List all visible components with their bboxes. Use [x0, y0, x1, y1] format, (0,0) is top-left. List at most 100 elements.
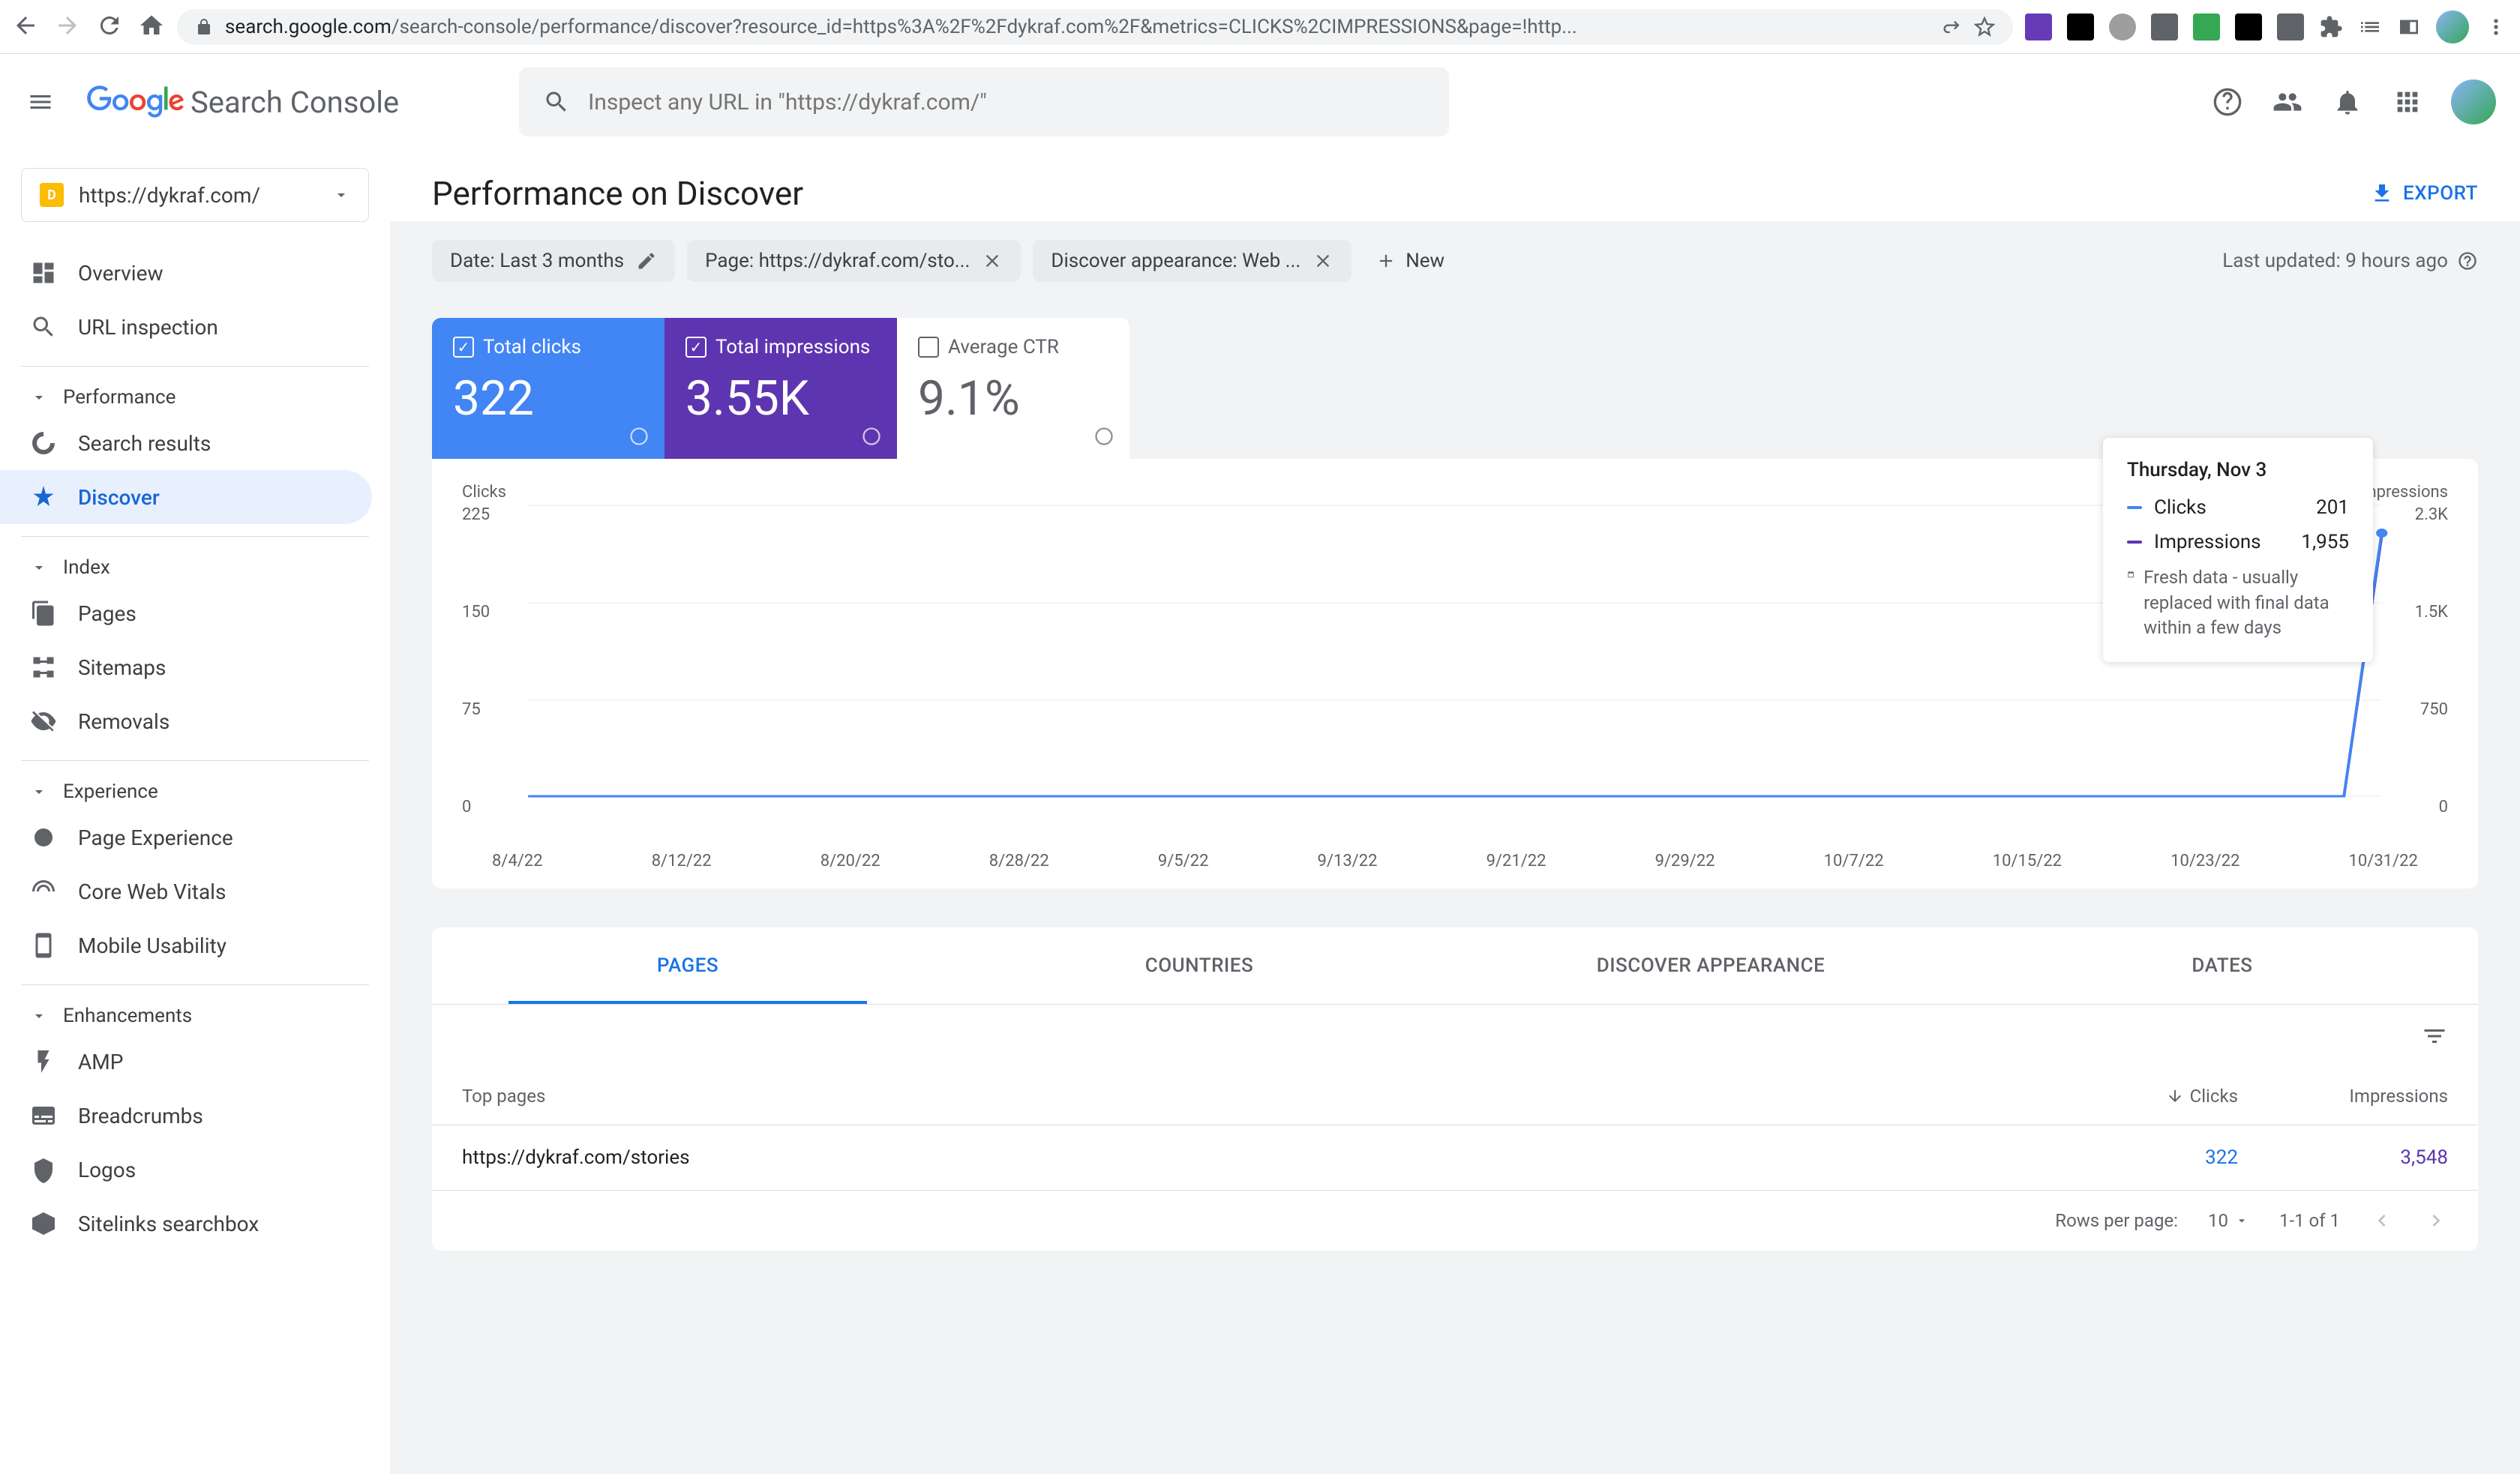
apps-icon[interactable] — [2391, 85, 2424, 118]
metric-card-ctr[interactable]: Average CTR 9.1% — [897, 318, 1130, 459]
sidebar-item-page-experience[interactable]: Page Experience — [0, 810, 372, 864]
page-title: Performance on Discover — [432, 174, 803, 213]
home-icon[interactable] — [138, 12, 165, 42]
tab-pages[interactable]: PAGES — [432, 927, 944, 1004]
star-icon[interactable] — [1974, 16, 1995, 37]
sidebar-item-overview[interactable]: Overview — [0, 246, 372, 300]
sidebar-section-performance[interactable]: Performance — [0, 379, 390, 416]
address-bar[interactable]: search.google.com/search-console/perform… — [177, 9, 2013, 45]
table-row[interactable]: https://dykraf.com/stories 322 3,548 — [432, 1125, 2478, 1191]
logo[interactable]: Search Console — [87, 85, 399, 120]
sidebar-section-index[interactable]: Index — [0, 549, 390, 586]
help-icon[interactable] — [2457, 250, 2478, 271]
filter-chip-page[interactable]: Page: https://dykraf.com/sto... — [687, 240, 1021, 282]
sidebar-item-sitemaps[interactable]: Sitemaps — [0, 640, 372, 694]
sidebar-item-discover[interactable]: Discover — [0, 470, 372, 524]
table-header: Top pages Clicks Impressions — [432, 1068, 2478, 1125]
checkbox-icon — [453, 337, 474, 358]
tab-dates[interactable]: DATES — [1966, 927, 2478, 1004]
edit-icon — [636, 250, 657, 271]
content-area: Performance on Discover EXPORT Date: Las… — [390, 150, 2520, 1474]
close-icon[interactable] — [1312, 250, 1334, 271]
lock-icon — [195, 18, 213, 36]
back-icon[interactable] — [12, 12, 39, 42]
checkbox-icon — [918, 337, 939, 358]
sidebar: D https://dykraf.com/ Overview URL inspe… — [0, 150, 390, 1474]
calendar-icon — [2127, 565, 2134, 583]
google-logo-icon — [87, 85, 184, 118]
help-icon[interactable] — [861, 426, 882, 447]
filter-chip-appearance[interactable]: Discover appearance: Web ... — [1033, 240, 1352, 282]
chart-tooltip: Thursday, Nov 3 Clicks201 Impressions1,9… — [2103, 438, 2373, 662]
more-icon[interactable] — [2484, 15, 2508, 39]
reload-icon[interactable] — [96, 12, 123, 42]
property-selector[interactable]: D https://dykraf.com/ — [21, 168, 369, 222]
menu-button[interactable] — [24, 85, 57, 118]
sidebar-item-pages[interactable]: Pages — [0, 586, 372, 640]
metric-card-clicks[interactable]: Total clicks 322 — [432, 318, 664, 459]
sidebar-item-search-results[interactable]: Search results — [0, 416, 372, 470]
forward-icon — [54, 12, 81, 42]
checkbox-icon — [686, 337, 706, 358]
sidebar-section-enhancements[interactable]: Enhancements — [0, 997, 390, 1035]
ext-icon[interactable] — [2151, 13, 2178, 40]
chevron-down-icon — [332, 186, 350, 204]
chart-card: Thursday, Nov 3 Clicks201 Impressions1,9… — [432, 459, 2478, 888]
help-icon[interactable] — [628, 426, 650, 447]
ext-icon[interactable] — [2193, 13, 2220, 40]
chevron-down-icon — [2234, 1213, 2249, 1228]
sidebar-item-amp[interactable]: AMP — [0, 1035, 372, 1089]
panel-icon[interactable] — [2397, 15, 2421, 39]
people-icon[interactable] — [2271, 85, 2304, 118]
sidebar-item-removals[interactable]: Removals — [0, 694, 372, 748]
url-text: search.google.com/search-console/perform… — [225, 16, 1929, 38]
plus-icon — [1376, 250, 1396, 271]
profile-avatar[interactable] — [2436, 10, 2469, 43]
extension-icons — [2025, 10, 2508, 43]
search-icon — [543, 88, 570, 115]
ext-icon[interactable] — [2109, 13, 2136, 40]
sidebar-item-logos[interactable]: Logos — [0, 1143, 372, 1197]
metric-card-impressions[interactable]: Total impressions 3.55K — [664, 318, 897, 459]
prev-page-icon[interactable] — [2370, 1209, 2394, 1233]
list-icon[interactable] — [2358, 15, 2382, 39]
share-icon[interactable] — [1941, 16, 1962, 37]
app-header: Search Console — [0, 54, 2520, 150]
account-avatar[interactable] — [2451, 79, 2496, 124]
product-name: Search Console — [190, 85, 399, 120]
search-input[interactable] — [588, 89, 1425, 115]
last-updated: Last updated: 9 hours ago — [2222, 250, 2478, 272]
browser-toolbar: search.google.com/search-console/perform… — [0, 0, 2520, 54]
sidebar-item-url-inspection[interactable]: URL inspection — [0, 300, 372, 354]
close-icon[interactable] — [982, 250, 1003, 271]
property-icon: D — [40, 183, 64, 207]
export-button[interactable]: EXPORT — [2370, 181, 2478, 205]
search-box[interactable] — [519, 67, 1449, 136]
arrow-down-icon — [2166, 1087, 2184, 1105]
help-icon[interactable] — [2211, 85, 2244, 118]
pagination: Rows per page: 10 1-1 of 1 — [432, 1191, 2478, 1251]
sidebar-section-experience[interactable]: Experience — [0, 773, 390, 810]
ext-icon[interactable] — [2067, 13, 2094, 40]
add-filter-button[interactable]: New — [1364, 250, 1456, 272]
bell-icon[interactable] — [2331, 85, 2364, 118]
help-icon[interactable] — [1094, 426, 1114, 447]
ext-icon[interactable] — [2025, 13, 2052, 40]
tab-countries[interactable]: COUNTRIES — [944, 927, 1455, 1004]
sort-clicks[interactable]: Clicks — [2088, 1086, 2238, 1107]
x-axis-labels: 8/4/228/12/228/20/228/28/229/5/229/13/22… — [462, 843, 2448, 870]
filter-chip-date[interactable]: Date: Last 3 months — [432, 240, 675, 282]
rows-per-page-select[interactable]: 10 — [2208, 1210, 2249, 1231]
ext-icon[interactable] — [2277, 13, 2304, 40]
sidebar-item-sitelinks-searchbox[interactable]: Sitelinks searchbox — [0, 1197, 372, 1251]
extensions-icon[interactable] — [2319, 15, 2343, 39]
tab-discover-appearance[interactable]: DISCOVER APPEARANCE — [1455, 927, 1966, 1004]
filter-icon[interactable] — [2421, 1023, 2448, 1050]
sidebar-item-core-web-vitals[interactable]: Core Web Vitals — [0, 864, 372, 918]
ext-icon[interactable] — [2235, 13, 2262, 40]
sidebar-item-breadcrumbs[interactable]: Breadcrumbs — [0, 1089, 372, 1143]
sidebar-item-mobile-usability[interactable]: Mobile Usability — [0, 918, 372, 972]
y-axis-left-label: Clicks — [462, 483, 506, 502]
next-page-icon[interactable] — [2424, 1209, 2448, 1233]
download-icon — [2370, 181, 2394, 205]
